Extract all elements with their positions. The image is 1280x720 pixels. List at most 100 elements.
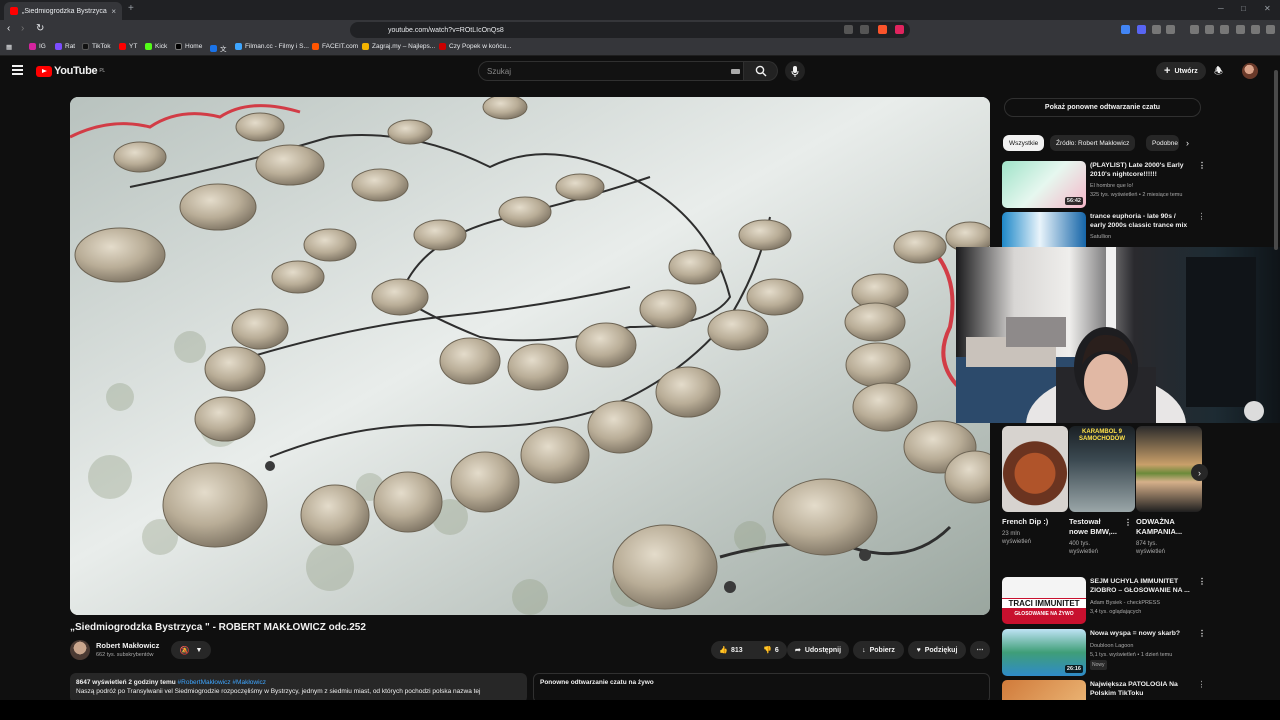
voice-search-button[interactable] <box>785 61 805 81</box>
channel-name[interactable]: Robert Makłowicz <box>96 641 159 650</box>
chevron-right-icon[interactable]: › <box>1186 138 1189 148</box>
dislike-button[interactable]: 👎 6 <box>763 646 779 655</box>
address-bar[interactable]: youtube.com/watch?v=ROtLIcOnQs8 <box>350 22 910 38</box>
bookmark-item[interactable]: Home <box>175 43 202 50</box>
bookmark-item[interactable]: Kick <box>145 43 167 50</box>
close-window-button[interactable]: ✕ <box>1264 4 1271 13</box>
notifications-bell-icon[interactable]: 🕭 <box>1214 64 1223 81</box>
hashtags[interactable]: #RobertMakłowicz #Makłowicz <box>178 679 267 686</box>
chip-related[interactable]: Podobne <box>1146 135 1179 151</box>
new-tab-button[interactable]: + <box>128 3 134 14</box>
short-overlay-text: KARAMBOL 9 SAMOCHODÓW <box>1079 429 1125 442</box>
reload-icon[interactable]: ↻ <box>36 23 44 34</box>
tab-close-icon[interactable]: × <box>111 7 116 16</box>
view-count-date: 8647 wyświetleń 2 godziny temu <box>76 679 176 686</box>
youtube-favicon-icon <box>10 7 18 15</box>
description-text: Naszą podróż po Transylwanii vel Siedmio… <box>76 688 481 695</box>
extension-icon[interactable] <box>1166 25 1175 34</box>
video-thumbnail[interactable]: 56:42 <box>1002 161 1086 208</box>
share-button[interactable]: ➦ Udostępnij <box>787 641 849 659</box>
recommendation-item[interactable]: Największa PATOLOGIA Na Polskim TikToku … <box>1002 680 1202 700</box>
thanks-button[interactable]: ♥ Podziękuj <box>908 641 966 659</box>
sidebar-icon[interactable] <box>1205 25 1214 34</box>
page-scrollbar[interactable] <box>1273 60 1279 700</box>
recommendation-title[interactable]: trance euphoria - late 90s / early 2000s… <box>1090 212 1190 230</box>
bookmark-item[interactable]: TikTok <box>82 43 111 50</box>
more-options-icon[interactable]: ⋮ <box>1198 629 1206 638</box>
extension-icon[interactable] <box>1236 25 1245 34</box>
search-button[interactable] <box>744 61 778 81</box>
account-avatar[interactable] <box>1242 63 1258 79</box>
create-button[interactable]: + Utwórz <box>1156 62 1206 80</box>
recommendation-title[interactable]: Nowa wyspa = nowy skarb? <box>1090 629 1190 638</box>
short-title[interactable]: ODWAŻNA KAMPANIA... <box>1136 517 1190 537</box>
bookmark-item[interactable]: FACEIT.com <box>312 43 358 50</box>
share-page-icon[interactable] <box>860 25 869 34</box>
more-options-icon[interactable]: ⋮ <box>1198 680 1202 689</box>
recommendation-channel[interactable]: Adam Bysiek - checkPRESS <box>1090 599 1200 607</box>
bookmark-item[interactable]: Rat <box>55 43 75 50</box>
back-icon[interactable]: ‹ <box>7 23 10 34</box>
extension-icon[interactable] <box>1121 25 1130 34</box>
recommendation-title[interactable]: SEJM UCHYLA IMMUNITET ZIOBRO – GŁOSOWANI… <box>1090 577 1190 595</box>
bookmark-favicon-icon <box>55 43 62 50</box>
chip-from-channel[interactable]: Źródło: Robert Makłowicz <box>1050 135 1136 151</box>
channel-avatar[interactable] <box>70 640 90 660</box>
chip-all[interactable]: Wszystkie <box>1003 135 1045 151</box>
more-options-icon[interactable]: ⋮ <box>1198 161 1206 170</box>
recommendation-channel[interactable]: Satullion <box>1090 233 1200 241</box>
short-thumbnail[interactable]: KARAMBOL 9 SAMOCHODÓW <box>1069 426 1135 512</box>
more-options-icon[interactable]: ⋮ <box>1124 518 1132 527</box>
recommendation-title[interactable]: (PLAYLIST) Late 2000's Early 2010's nigh… <box>1090 161 1190 179</box>
music-icon[interactable] <box>1190 25 1199 34</box>
bookmark-item[interactable]: Zagraj.my – Najleps... <box>362 43 435 50</box>
extension-icon[interactable] <box>1152 25 1161 34</box>
recommendation-item[interactable]: 56:42 (PLAYLIST) Late 2000's Early 2010'… <box>1002 161 1206 211</box>
apps-icon[interactable]: ▦ <box>6 43 12 51</box>
recommendation-item[interactable]: 26:16 Nowa wyspa = nowy skarb? Doubloon … <box>1002 629 1206 676</box>
minimize-button[interactable]: ─ <box>1218 4 1224 13</box>
shorts-next-button[interactable]: › <box>1191 464 1208 481</box>
recommendation-item[interactable]: trance euphoria - late 90s / early 2000s… <box>1002 212 1202 247</box>
recommendation-item[interactable]: TRACI IMMUNITET GŁOSOWANIE NA ŻYWO SEJM … <box>1002 577 1206 624</box>
bookmark-item[interactable]: Filman.cc - Filmy i S... <box>235 43 309 50</box>
scrollbar-thumb[interactable] <box>1274 70 1278 250</box>
show-chat-replay-button[interactable]: Pokaż ponowne odtwarzanie czatu <box>1004 98 1201 117</box>
menu-icon[interactable] <box>1266 25 1275 34</box>
video-thumbnail[interactable]: 26:16 <box>1002 629 1086 676</box>
video-player[interactable] <box>70 97 990 615</box>
rewards-icon[interactable] <box>895 25 904 34</box>
recommendation-channel[interactable]: Doubloon Lagoon <box>1090 642 1200 650</box>
more-actions-button[interactable]: ⋯ <box>970 641 990 659</box>
cast-icon[interactable] <box>844 25 853 34</box>
bookmark-item[interactable]: 文 <box>210 43 227 53</box>
youtube-logo[interactable]: YouTube PL <box>36 65 105 77</box>
bookmark-item[interactable]: Czy Popek w końcu... <box>439 43 512 50</box>
browser-tab[interactable]: „Siedmiogrodzka Bystrzyca " × <box>4 2 122 20</box>
vpn-icon[interactable] <box>1251 25 1260 34</box>
short-title[interactable]: French Dip :) <box>1002 517 1048 527</box>
more-options-icon[interactable]: ⋮ <box>1198 212 1202 221</box>
download-button[interactable]: ↓ Pobierz <box>853 641 904 659</box>
bookmark-item[interactable]: IG <box>29 43 46 50</box>
maximize-button[interactable]: □ <box>1241 4 1246 13</box>
video-thumbnail[interactable] <box>1002 212 1086 247</box>
subscription-notifications-button[interactable]: 🔕 ▼ <box>171 641 211 659</box>
bookmark-item[interactable]: YT <box>119 43 137 50</box>
brave-shield-icon[interactable] <box>878 25 887 34</box>
short-title[interactable]: Testował nowe BMW,... <box>1069 517 1121 537</box>
search-input[interactable]: Szukaj <box>478 61 744 81</box>
hamburger-menu-icon[interactable] <box>12 65 23 75</box>
more-options-icon[interactable]: ⋮ <box>1198 577 1206 586</box>
video-thumbnail[interactable]: TRACI IMMUNITET GŁOSOWANIE NA ŻYWO <box>1002 577 1086 624</box>
short-thumbnail[interactable] <box>1002 426 1068 512</box>
description-box[interactable]: 8647 wyświetleń 2 godziny temu #RobertMa… <box>70 673 527 703</box>
like-button[interactable]: 👍 813 <box>719 646 742 655</box>
recommendation-title[interactable]: Największa PATOLOGIA Na Polskim TikToku <box>1090 680 1190 698</box>
extension-icon[interactable] <box>1137 25 1146 34</box>
wallet-icon[interactable] <box>1220 25 1229 34</box>
video-thumbnail[interactable] <box>1002 680 1086 700</box>
forward-icon[interactable]: › <box>21 23 24 34</box>
keyboard-icon[interactable] <box>731 69 740 74</box>
recommendation-channel[interactable]: El hombre que lo! <box>1090 182 1200 190</box>
